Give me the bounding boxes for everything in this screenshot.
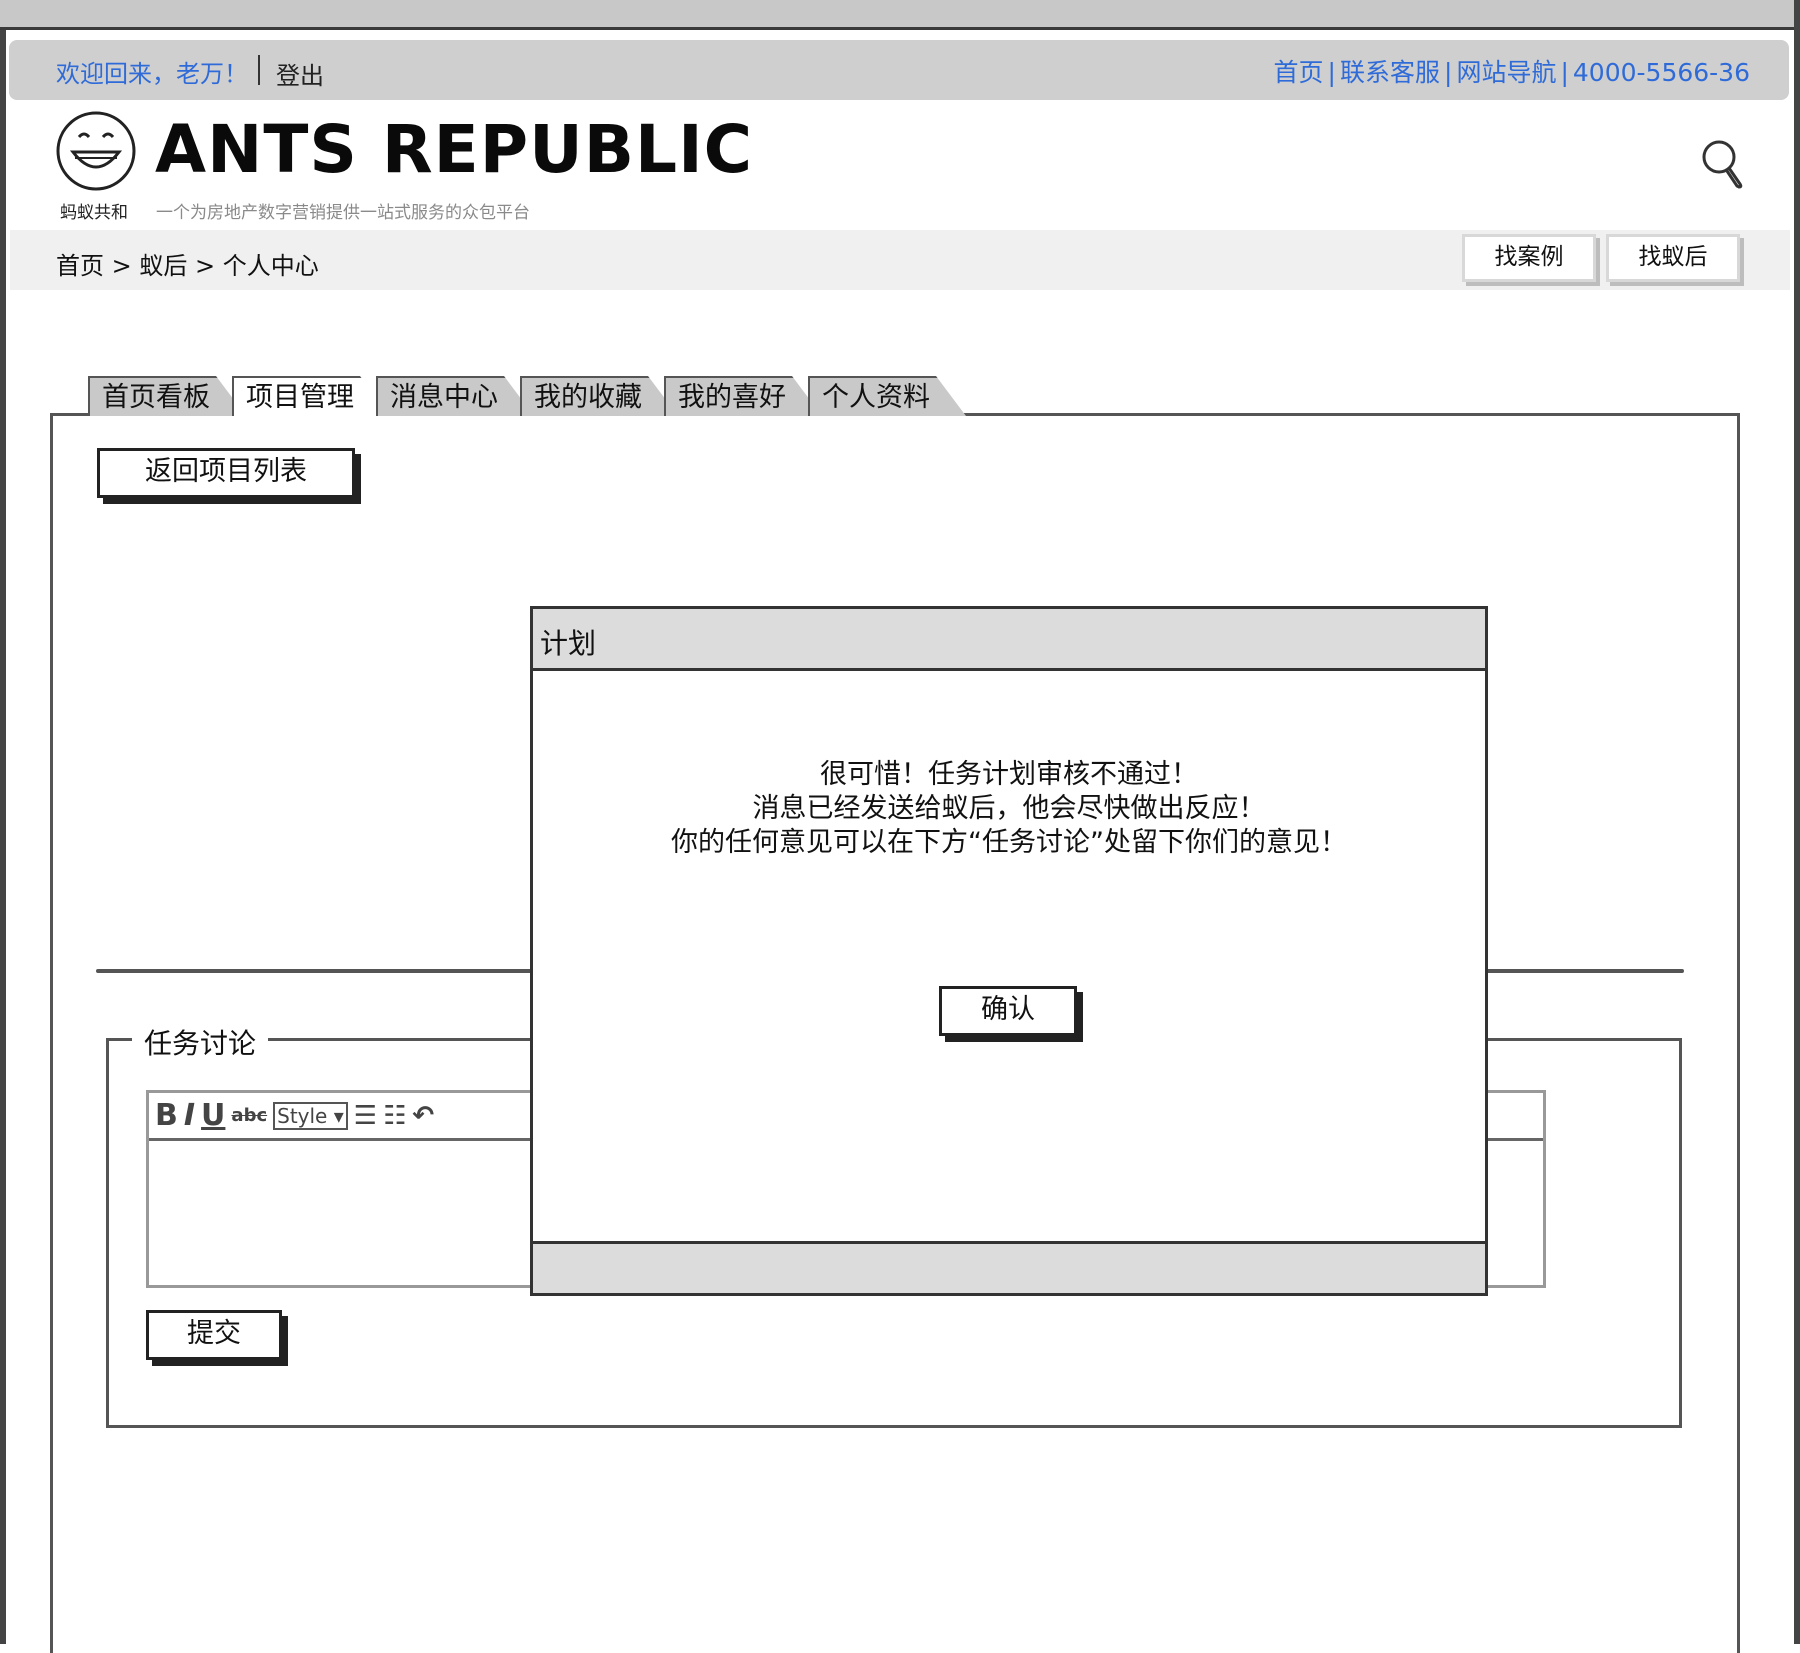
tab-profile[interactable]: 个人资料: [808, 376, 966, 416]
modal-message: 很可惜！任务计划审核不通过！ 消息已经发送给蚁后，他会尽快做出反应！ 你的任何意…: [533, 758, 1485, 860]
underline-icon[interactable]: U: [201, 1098, 225, 1133]
tab-dashboard[interactable]: 首页看板: [88, 376, 246, 416]
confirm-button[interactable]: 确认: [939, 986, 1077, 1036]
divider: |: [1444, 58, 1453, 87]
tab-favorites[interactable]: 我的收藏: [520, 376, 678, 416]
logout-link[interactable]: 登出: [276, 56, 324, 91]
bullet-list-icon[interactable]: ☰: [354, 1101, 377, 1131]
submit-button[interactable]: 提交: [146, 1310, 282, 1360]
tab-messages[interactable]: 消息中心: [376, 376, 534, 416]
logo-smiley-icon: [56, 111, 136, 191]
top-link-support[interactable]: 联系客服: [1340, 58, 1440, 87]
tab-preferences[interactable]: 我的喜好: [664, 376, 822, 416]
top-link-sitemap[interactable]: 网站导航: [1456, 58, 1556, 87]
divider: |: [1560, 58, 1569, 87]
modal-message-line: 你的任何意见可以在下方“任务讨论”处留下你们的意见！: [671, 827, 1347, 858]
italic-icon[interactable]: I: [184, 1098, 195, 1133]
search-icon[interactable]: [1700, 138, 1746, 190]
modal-message-line: 消息已经发送给蚁后，他会尽快做出反应！: [752, 793, 1266, 824]
modal-footer: [533, 1241, 1485, 1293]
top-link-home[interactable]: 首页: [1274, 58, 1324, 87]
window-left-border: [0, 30, 6, 1644]
breadcrumb[interactable]: 首页 > 蚁后 > 个人中心: [56, 246, 319, 281]
brand-name[interactable]: ANTS REPUBLIC: [155, 110, 753, 190]
strikethrough-icon[interactable]: abc: [231, 1105, 267, 1126]
find-case-button[interactable]: 找案例: [1462, 234, 1596, 282]
style-dropdown-label: Style: [277, 1103, 328, 1128]
modal-header: [533, 609, 1485, 671]
discussion-legend: 任务讨论: [132, 1022, 269, 1062]
window-right-border: [1794, 0, 1800, 1644]
back-to-project-list-button[interactable]: 返回项目列表: [97, 448, 355, 498]
numbered-list-icon[interactable]: ☷: [383, 1101, 406, 1131]
find-queen-button[interactable]: 找蚁后: [1606, 234, 1740, 282]
modal-message-line: 很可惜！任务计划审核不通过！: [820, 759, 1198, 790]
divider: [258, 55, 260, 85]
welcome-text: 欢迎回来，老万！: [56, 60, 248, 88]
bold-icon[interactable]: B: [155, 1098, 178, 1133]
tab-project-management[interactable]: 项目管理: [232, 376, 390, 416]
plan-modal: [530, 606, 1488, 1296]
slogan: 一个为房地产数字营销提供一站式服务的众包平台: [156, 203, 530, 223]
style-dropdown[interactable]: Style ▾: [273, 1101, 348, 1130]
modal-title: 计划: [540, 627, 597, 660]
window-top-border: [0, 0, 1800, 30]
phone-number: 4000-5566-36: [1572, 58, 1750, 87]
divider: |: [1327, 58, 1336, 87]
undo-icon[interactable]: ↶: [412, 1101, 434, 1131]
top-links: 首页 | 联系客服 | 网站导航 | 4000-5566-36: [1274, 53, 1750, 89]
logo-caption: 蚂蚁共和: [60, 203, 128, 223]
